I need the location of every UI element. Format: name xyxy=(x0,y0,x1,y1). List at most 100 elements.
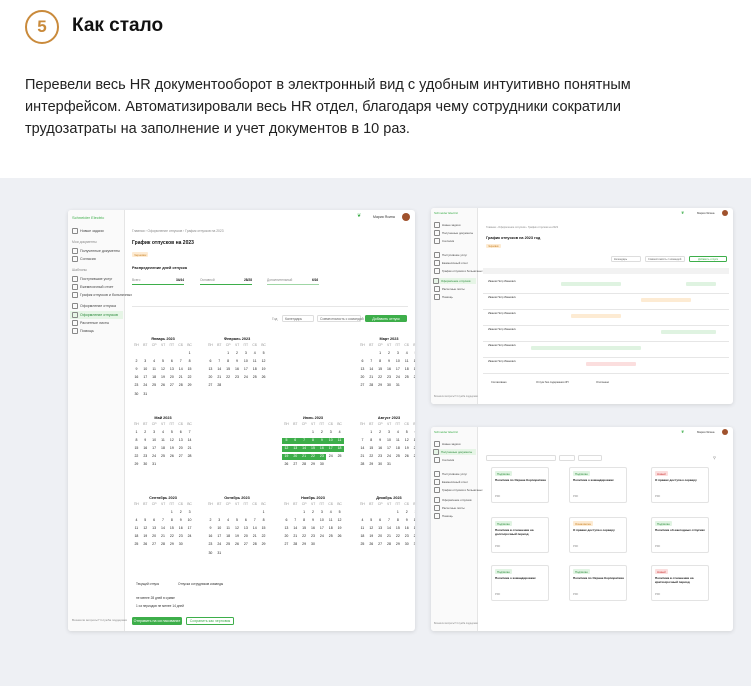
day-cell[interactable]: 21 xyxy=(358,454,367,460)
submit-approval-button[interactable]: Отправить на согласование xyxy=(132,617,182,625)
day-cell[interactable]: 27 xyxy=(150,542,159,548)
day-cell[interactable]: 13 xyxy=(358,367,367,373)
document-card[interactable]: Новый О правах доступа к серверу PDF xyxy=(651,467,709,503)
day-cell[interactable]: 8 xyxy=(308,438,318,444)
day-cell[interactable]: 21 xyxy=(299,454,309,460)
day-cell[interactable]: 22 xyxy=(300,534,309,540)
day-cell[interactable]: 10 xyxy=(326,438,336,444)
day-cell[interactable]: 23 xyxy=(309,534,318,540)
day-cell[interactable]: 12 xyxy=(335,518,344,524)
day-cell[interactable]: 27 xyxy=(282,542,291,548)
day-cell[interactable]: 28 xyxy=(300,462,309,468)
sidebar-item-consents[interactable]: Согласия xyxy=(434,238,454,244)
day-cell[interactable]: 19 xyxy=(167,446,176,452)
day-cell[interactable]: 9 xyxy=(317,438,327,444)
day-cell[interactable]: 25 xyxy=(159,454,168,460)
day-cell[interactable]: 3 xyxy=(385,430,394,436)
day-cell[interactable]: 14 xyxy=(291,526,300,532)
day-cell[interactable]: 13 xyxy=(282,526,291,532)
day-cell[interactable]: 19 xyxy=(141,534,150,540)
gantt-vacation-bar[interactable] xyxy=(571,314,621,318)
day-cell[interactable]: 3 xyxy=(317,510,326,516)
day-cell[interactable]: 26 xyxy=(411,375,415,381)
day-cell[interactable]: 28 xyxy=(159,542,168,548)
sidebar-item-new-tasks[interactable]: Новые задачи xyxy=(72,228,104,234)
day-cell[interactable]: 4 xyxy=(393,430,402,436)
day-cell[interactable]: 20 xyxy=(290,454,300,460)
day-cell[interactable]: 14 xyxy=(367,367,376,373)
day-cell[interactable]: 19 xyxy=(335,526,344,532)
day-cell[interactable]: 5 xyxy=(159,359,168,365)
day-cell[interactable]: 16 xyxy=(376,446,385,452)
day-cell[interactable]: 8 xyxy=(300,518,309,524)
document-card[interactable]: Подписан Политика о командировках PDF xyxy=(569,467,627,503)
day-cell[interactable]: 8 xyxy=(259,518,268,524)
day-cell[interactable]: 8 xyxy=(224,359,233,365)
day-cell[interactable]: 14 xyxy=(215,367,224,373)
sidebar-item-services[interactable]: Поступившие услуг xyxy=(434,471,467,477)
day-cell[interactable]: 7 xyxy=(358,438,367,444)
day-cell[interactable]: 1 xyxy=(167,510,176,516)
day-cell[interactable]: 5 xyxy=(259,351,268,357)
day-cell[interactable]: 28 xyxy=(185,454,194,460)
day-cell[interactable]: 14 xyxy=(250,526,259,532)
day-cell[interactable]: 16 xyxy=(402,526,411,532)
day-cell[interactable]: 10 xyxy=(141,367,150,373)
day-cell[interactable]: 19 xyxy=(159,375,168,381)
day-cell[interactable]: 30 xyxy=(206,551,215,557)
day-cell[interactable]: 9 xyxy=(141,438,150,444)
sidebar-item-report[interactable]: Ежемесячный отчет xyxy=(72,284,113,290)
day-cell[interactable]: 31 xyxy=(411,542,415,548)
day-cell[interactable]: 23 xyxy=(132,383,141,389)
sidebar-item-schedule[interactable]: График отпусков и больничных xyxy=(434,268,483,274)
day-cell[interactable]: 3 xyxy=(141,359,150,365)
day-cell[interactable]: 5 xyxy=(335,510,344,516)
day-cell[interactable]: 8 xyxy=(367,438,376,444)
sidebar-item-services[interactable]: Поступившие услуг xyxy=(72,276,112,282)
day-cell[interactable]: 22 xyxy=(367,454,376,460)
day-cell[interactable]: 2 xyxy=(132,359,141,365)
day-cell[interactable]: 2 xyxy=(141,430,150,436)
day-cell[interactable]: 21 xyxy=(250,534,259,540)
day-cell[interactable]: 16 xyxy=(317,446,327,452)
sidebar-item-payslips[interactable]: Расчетные листы xyxy=(72,320,109,326)
day-cell[interactable]: 24 xyxy=(385,454,394,460)
day-cell[interactable]: 6 xyxy=(282,518,291,524)
sidebar-item-help[interactable]: Помощь xyxy=(72,328,94,334)
day-cell[interactable]: 28 xyxy=(176,383,185,389)
day-cell[interactable]: 24 xyxy=(141,383,150,389)
sidebar-item-payslips[interactable]: Расчетные листы xyxy=(434,505,465,511)
sidebar-item-services[interactable]: Поступившие услуг xyxy=(434,252,467,258)
day-cell[interactable]: 16 xyxy=(132,375,141,381)
day-cell[interactable]: 18 xyxy=(150,375,159,381)
day-cell[interactable]: 20 xyxy=(376,534,385,540)
day-cell[interactable]: 25 xyxy=(132,542,141,548)
day-cell[interactable]: 7 xyxy=(291,518,300,524)
day-cell[interactable]: 29 xyxy=(185,383,194,389)
day-cell[interactable]: 15 xyxy=(259,526,268,532)
day-cell[interactable]: 2 xyxy=(376,430,385,436)
save-draft-button[interactable]: Сохранить как черновик xyxy=(186,617,234,625)
day-cell[interactable]: 26 xyxy=(402,454,411,460)
day-cell[interactable]: 5 xyxy=(411,351,416,357)
day-cell[interactable]: 2 xyxy=(176,510,185,516)
day-cell[interactable]: 2 xyxy=(206,518,215,524)
day-cell[interactable]: 6 xyxy=(176,430,185,436)
day-cell[interactable]: 13 xyxy=(241,526,250,532)
day-cell[interactable]: 6 xyxy=(358,359,367,365)
day-cell[interactable]: 9 xyxy=(176,518,185,524)
day-cell[interactable]: 15 xyxy=(132,446,141,452)
day-cell[interactable]: 5 xyxy=(233,518,242,524)
sidebar-item-help[interactable]: Помощь xyxy=(434,513,453,519)
day-cell[interactable]: 7 xyxy=(159,518,168,524)
day-cell[interactable]: 8 xyxy=(167,518,176,524)
calendar-select[interactable]: Календарь xyxy=(282,315,314,322)
day-cell[interactable]: 22 xyxy=(259,534,268,540)
check-item-1[interactable]: не менее 28 дней в сумме xyxy=(136,596,175,601)
day-cell[interactable]: 30 xyxy=(376,462,385,468)
day-cell[interactable]: 16 xyxy=(176,526,185,532)
day-cell[interactable]: 15 xyxy=(300,526,309,532)
day-cell[interactable]: 21 xyxy=(215,375,224,381)
day-cell[interactable]: 23 xyxy=(141,454,150,460)
day-cell[interactable]: 15 xyxy=(393,526,402,532)
